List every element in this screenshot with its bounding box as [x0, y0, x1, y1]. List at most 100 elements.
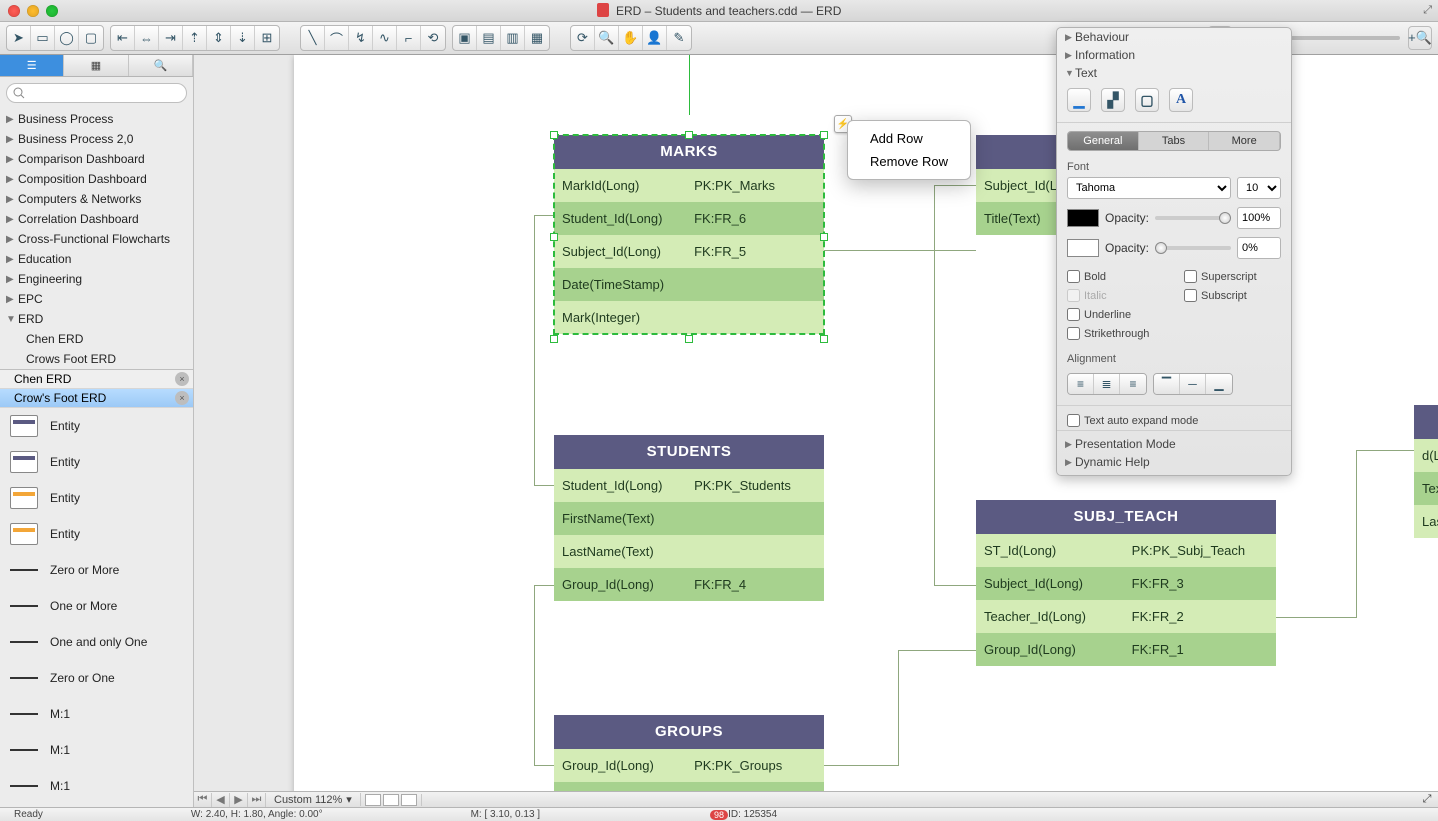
bring-forward-icon[interactable]: ▤	[477, 26, 501, 50]
stencil-item[interactable]: Entity	[0, 480, 193, 516]
tree-item[interactable]: ▶EPC	[0, 289, 193, 309]
tree-item[interactable]: ▼ERD	[0, 309, 193, 329]
entity-row[interactable]: Group_Id(Long)FK:FR_4	[554, 568, 824, 601]
tab-tabs[interactable]: Tabs	[1139, 132, 1210, 150]
tree-item[interactable]: ▶Composition Dashboard	[0, 169, 193, 189]
tab-more[interactable]: More	[1209, 132, 1280, 150]
selection-handle[interactable]	[685, 335, 693, 343]
entity-row[interactable]: Student_Id(Long)PK:PK_Students	[554, 469, 824, 502]
strike-checkbox[interactable]: Strikethrough	[1057, 324, 1174, 343]
section-text[interactable]: ▼Text	[1057, 64, 1291, 82]
section-information[interactable]: ▶Information	[1057, 46, 1291, 64]
menu-remove-row[interactable]: Remove Row	[848, 150, 970, 173]
stencil-item[interactable]: Entity	[0, 444, 193, 480]
entity-row[interactable]: Group_Id(Long)PK:PK_Groups	[554, 749, 824, 782]
selection-handle[interactable]	[685, 131, 693, 139]
entity-row[interactable]: LastName(Text)	[1414, 505, 1438, 538]
align-right-icon[interactable]: ⇥	[159, 26, 183, 50]
tree-item[interactable]: ▶Business Process 2,0	[0, 129, 193, 149]
stencil-item[interactable]: One or More	[0, 588, 193, 624]
entity-row[interactable]: Teacher_Id(Long)FK:FR_2	[976, 600, 1276, 633]
stencil-item[interactable]: M:1	[0, 732, 193, 768]
entity-row[interactable]: Subject_Id(Long)FK:FR_5	[554, 235, 824, 268]
last-page-icon[interactable]: ⏭	[248, 793, 266, 807]
entity-row[interactable]: Mark(Integer)	[554, 301, 824, 334]
tree-item[interactable]: Chen ERD	[0, 329, 193, 349]
tree-item[interactable]: ▶Engineering	[0, 269, 193, 289]
underline-checkbox[interactable]: Underline	[1057, 305, 1174, 324]
entity-row[interactable]: Student_Id(Long)FK:FR_6	[554, 202, 824, 235]
align-left-icon[interactable]: ⇤	[111, 26, 135, 50]
entity-teachers[interactable]: TEACHERSd(Long)PK:PK_TeText)LastName(Tex…	[1414, 405, 1438, 538]
stencil-item[interactable]: Zero or More	[0, 552, 193, 588]
entity-row[interactable]: Name(Text)	[554, 782, 824, 791]
prev-page-icon[interactable]: ◀	[212, 793, 230, 807]
underline-style-icon[interactable]: ▁	[1067, 88, 1091, 112]
stencil-item[interactable]: Entity	[0, 408, 193, 444]
entity-row[interactable]: Date(TimeStamp)	[554, 268, 824, 301]
sub-checkbox[interactable]: Subscript	[1174, 286, 1291, 305]
page-thumb[interactable]	[401, 794, 417, 806]
spline-tool-icon[interactable]: ∿	[373, 26, 397, 50]
distribute-icon[interactable]: ⊞	[255, 26, 279, 50]
entity-subjteach[interactable]: SUBJ_TEACHST_Id(Long)PK:PK_Subj_TeachSub…	[976, 500, 1276, 666]
text-opacity-value[interactable]	[1237, 207, 1281, 229]
tree-item[interactable]: ▶Correlation Dashboard	[0, 209, 193, 229]
tree-item[interactable]: Crows Foot ERD	[0, 349, 193, 369]
tab-general[interactable]: General	[1068, 132, 1139, 150]
tree-item[interactable]: ▶Education	[0, 249, 193, 269]
selection-handle[interactable]	[820, 335, 828, 343]
zoom-selector[interactable]: Custom 112%▾	[266, 793, 361, 806]
menu-add-row[interactable]: Add Row	[848, 127, 970, 150]
first-page-icon[interactable]: ⏮	[194, 793, 212, 807]
text-tool-icon[interactable]: ▢	[79, 26, 103, 50]
auto-expand-checkbox[interactable]: Text auto expand mode	[1057, 405, 1291, 430]
selection-handle[interactable]	[550, 233, 558, 241]
align-top-icon[interactable]: ▔	[1154, 374, 1180, 394]
selection-handle[interactable]	[820, 233, 828, 241]
text-color-swatch[interactable]	[1067, 209, 1099, 227]
zoom-tool-icon[interactable]: 🔍	[595, 26, 619, 50]
bg-color-swatch[interactable]	[1067, 239, 1099, 257]
font-size-select[interactable]: 10	[1237, 177, 1281, 199]
align-top-icon[interactable]: ⇡	[183, 26, 207, 50]
pan-tool-icon[interactable]: ✋	[619, 26, 643, 50]
super-checkbox[interactable]: Superscript	[1174, 267, 1291, 286]
tab-tree-icon[interactable]: ☰	[0, 55, 64, 76]
stencil-tab-crowsfoot[interactable]: Crow's Foot ERD ×	[0, 389, 193, 408]
ellipse-tool-icon[interactable]: ◯	[55, 26, 79, 50]
smart-connector-icon[interactable]: ↯	[349, 26, 373, 50]
align-left-icon[interactable]: ≡	[1068, 374, 1094, 394]
italic-checkbox[interactable]: Italic	[1057, 286, 1174, 305]
entity-row[interactable]: Text)	[1414, 472, 1438, 505]
bring-front-icon[interactable]: ▣	[453, 26, 477, 50]
zoom-in-icon[interactable]: +🔍	[1408, 26, 1432, 50]
stencil-item[interactable]: M:1	[0, 768, 193, 804]
stencil-item[interactable]: One and only One	[0, 624, 193, 660]
box-style-icon[interactable]: ▢	[1135, 88, 1159, 112]
entity-marks[interactable]: MARKSMarkId(Long)PK:PK_MarksStudent_Id(L…	[554, 135, 824, 334]
selection-handle[interactable]	[820, 131, 828, 139]
selection-handle[interactable]	[550, 131, 558, 139]
highlight-style-icon[interactable]: ▞	[1101, 88, 1125, 112]
tab-grid-icon[interactable]: ▦	[64, 55, 128, 76]
close-stencil-icon[interactable]: ×	[175, 391, 189, 405]
selection-handle[interactable]	[550, 335, 558, 343]
reroute-tool-icon[interactable]: ⟲	[421, 26, 445, 50]
tree-item[interactable]: ▶Computers & Networks	[0, 189, 193, 209]
section-help[interactable]: ▶Dynamic Help	[1057, 453, 1291, 471]
send-backward-icon[interactable]: ▥	[501, 26, 525, 50]
pointer-tool-icon[interactable]: ➤	[7, 26, 31, 50]
send-back-icon[interactable]: ▦	[525, 26, 549, 50]
font-style-icon[interactable]: A	[1169, 88, 1193, 112]
stencil-tab-chen[interactable]: Chen ERD ×	[0, 370, 193, 389]
stencil-item[interactable]: Entity	[0, 516, 193, 552]
stencil-item[interactable]: Zero or One	[0, 660, 193, 696]
notification-badge[interactable]: 98	[710, 810, 728, 821]
bg-opacity-slider[interactable]	[1155, 246, 1231, 250]
bold-checkbox[interactable]: Bold	[1057, 267, 1174, 286]
align-center-icon[interactable]: ≣	[1094, 374, 1120, 394]
entity-row[interactable]: ST_Id(Long)PK:PK_Subj_Teach	[976, 534, 1276, 567]
align-center-icon[interactable]: ⇔	[135, 26, 159, 50]
entity-row[interactable]: FirstName(Text)	[554, 502, 824, 535]
